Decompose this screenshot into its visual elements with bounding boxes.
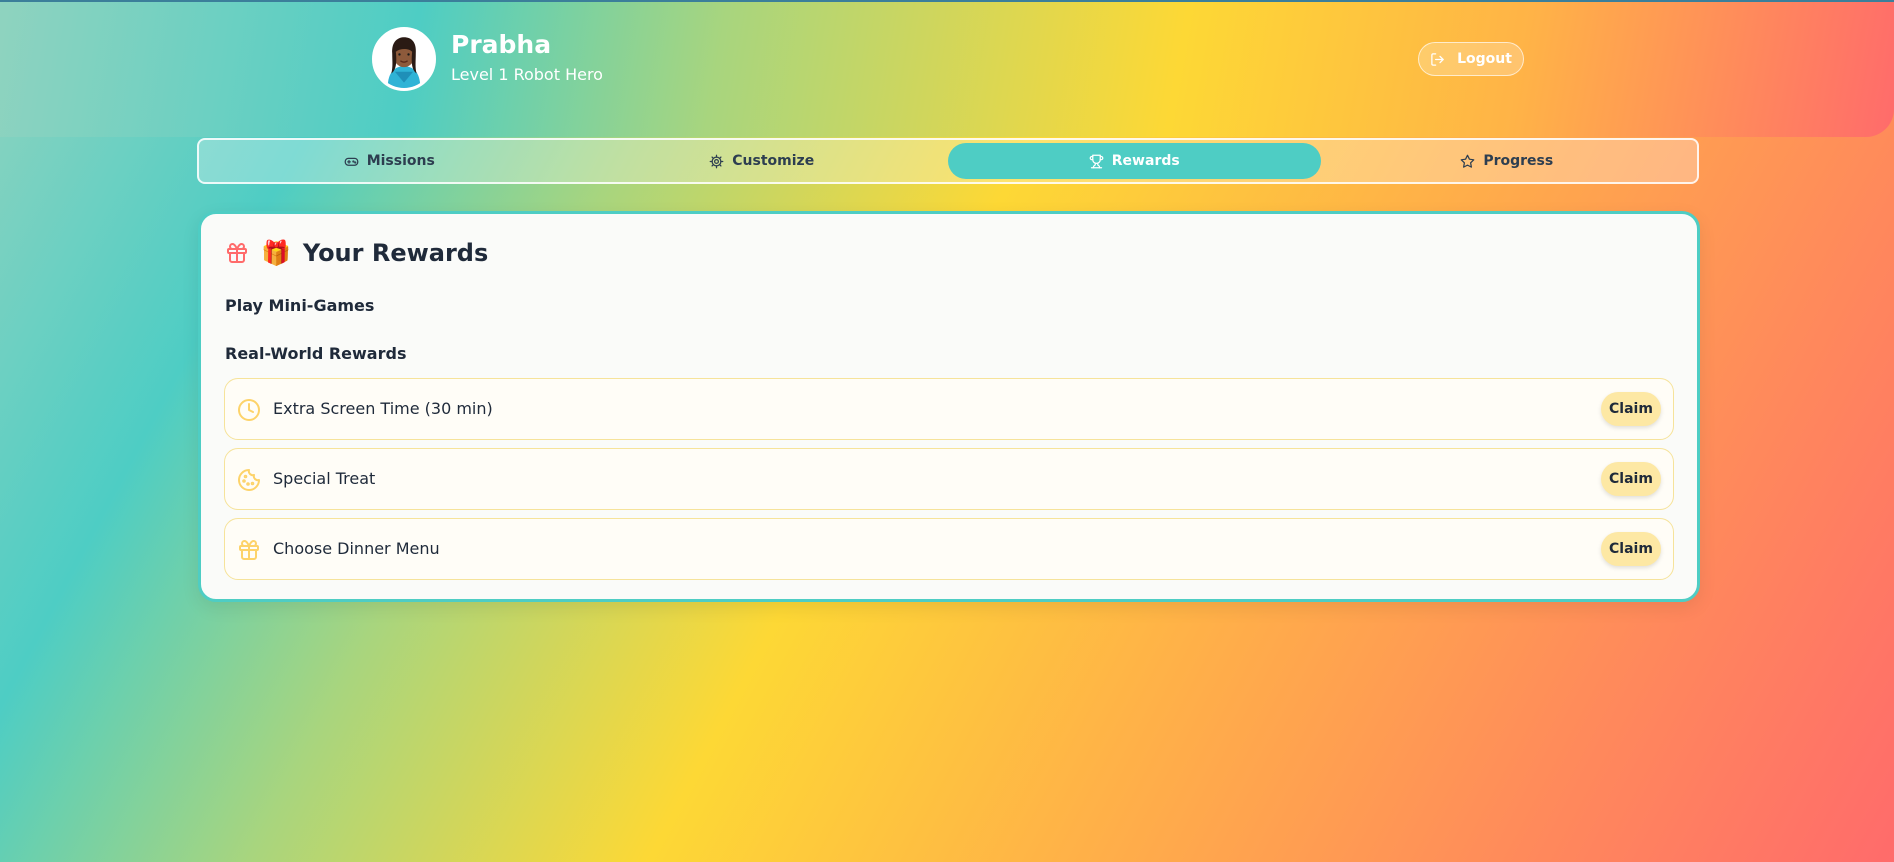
reward-item: Special Treat Claim <box>224 448 1674 510</box>
reward-item: Choose Dinner Menu Claim <box>224 518 1674 580</box>
claim-button[interactable]: Claim <box>1601 392 1661 426</box>
tab-label: Rewards <box>1111 153 1180 169</box>
trophy-icon <box>1089 154 1104 168</box>
user-name: Prabha <box>451 30 552 59</box>
reward-label: Extra Screen Time (30 min) <box>273 399 493 418</box>
user-portrait-icon <box>375 30 433 88</box>
claim-button[interactable]: Claim <box>1601 462 1661 496</box>
reward-label: Choose Dinner Menu <box>273 539 440 558</box>
rewards-card: 🎁 Your Rewards Play Mini-Games Real-Worl… <box>198 211 1700 602</box>
tab-label: Progress <box>1483 153 1554 169</box>
clock-icon <box>238 399 260 421</box>
gift-emoji-icon: 🎁 <box>261 239 291 267</box>
tab-progress[interactable]: Progress <box>1321 143 1694 179</box>
logout-label: Logout <box>1457 51 1512 67</box>
mini-games-heading: Play Mini-Games <box>225 296 375 315</box>
logout-icon <box>1431 52 1444 66</box>
user-level: Level 1 Robot Hero <box>451 65 603 84</box>
cookie-icon <box>238 469 260 491</box>
gamepad-icon <box>344 157 359 166</box>
main-tabs: Missions Customize Rewards Progress <box>197 138 1699 184</box>
tab-label: Missions <box>366 153 435 169</box>
card-header: 🎁 Your Rewards <box>225 239 488 267</box>
app-header: Prabha Level 1 Robot Hero Logout <box>0 0 1894 137</box>
reward-item: Extra Screen Time (30 min) Claim <box>224 378 1674 440</box>
reward-label: Special Treat <box>273 469 376 488</box>
tab-customize[interactable]: Customize <box>576 143 949 179</box>
real-world-rewards-heading: Real-World Rewards <box>225 344 407 363</box>
gear-icon <box>709 154 724 168</box>
tab-missions[interactable]: Missions <box>203 143 576 179</box>
gift-icon <box>239 540 259 560</box>
tab-label: Customize <box>732 153 815 169</box>
tab-rewards[interactable]: Rewards <box>948 143 1321 179</box>
gift-icon <box>227 243 247 263</box>
card-title: Your Rewards <box>302 239 489 267</box>
claim-button[interactable]: Claim <box>1601 532 1661 566</box>
avatar[interactable] <box>372 27 436 91</box>
star-icon <box>1460 154 1475 168</box>
logout-button[interactable]: Logout <box>1418 42 1524 76</box>
